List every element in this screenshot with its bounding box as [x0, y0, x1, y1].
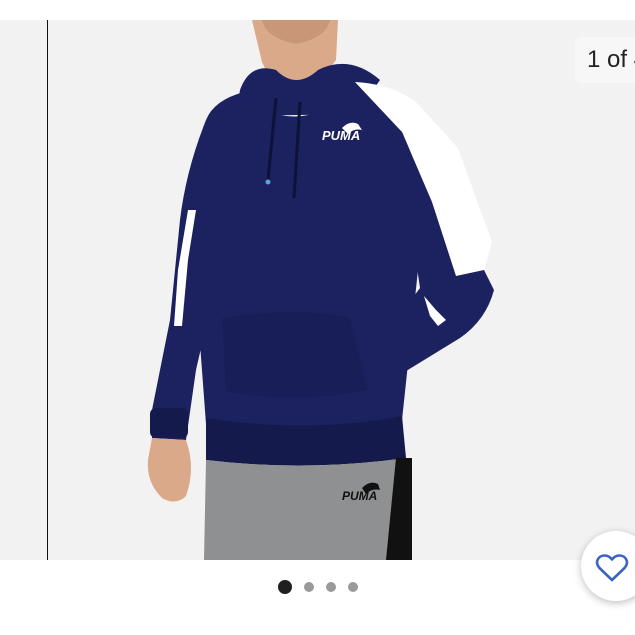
carousel-dot-4[interactable]	[348, 582, 358, 592]
carousel-pagination	[278, 580, 358, 594]
pants-logo-text: PUMA	[342, 489, 377, 503]
carousel-dot-3[interactable]	[326, 582, 336, 592]
favorite-button[interactable]	[581, 531, 635, 601]
gallery-divider	[47, 20, 48, 560]
image-counter: 1 of 4	[575, 37, 635, 83]
product-photo: PUMA PUMA	[147, 20, 494, 560]
heart-outline-icon	[595, 554, 629, 582]
product-image-gallery[interactable]: PUMA PUMA 1 of 4	[0, 20, 635, 560]
carousel-dot-2[interactable]	[304, 582, 314, 592]
chest-logo-text: PUMA	[322, 128, 360, 143]
carousel-dot-1[interactable]	[278, 580, 292, 594]
